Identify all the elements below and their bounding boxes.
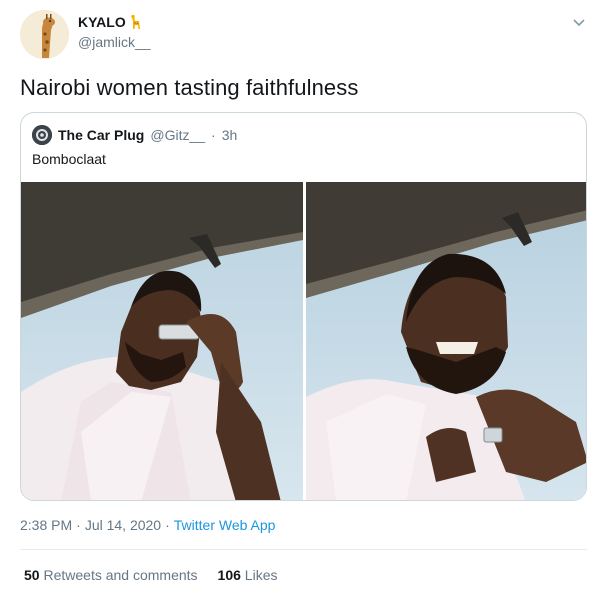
tweet-date[interactable]: Jul 14, 2020	[85, 517, 161, 533]
quoted-tweet-text: Bomboclaat	[32, 151, 106, 167]
quoted-separator: ·	[211, 127, 216, 143]
quoted-author-name: The Car Plug	[58, 127, 145, 143]
author-name-line[interactable]: KYALO	[78, 14, 143, 30]
tweet-time[interactable]: 2:38 PM	[20, 517, 72, 533]
meta-separator: ·	[165, 517, 170, 533]
chevron-down-icon[interactable]	[571, 14, 587, 30]
author-avatar[interactable]	[20, 10, 69, 59]
likes-count: 106	[217, 567, 241, 583]
tweet-meta: 2:38 PM · Jul 14, 2020 · Twitter Web App	[20, 517, 275, 533]
giraffe-icon	[129, 14, 143, 30]
photo-right[interactable]	[306, 182, 586, 500]
quoted-media	[21, 182, 586, 500]
tweet-source-link[interactable]: Twitter Web App	[174, 517, 276, 533]
quoted-timestamp: 3h	[221, 127, 238, 143]
likes-label: Likes	[244, 567, 278, 583]
retweets-count: 50	[24, 567, 40, 583]
quoted-tweet-header: The Car Plug @Gitz__ · 3h	[32, 125, 237, 145]
author-name[interactable]: KYALO	[78, 14, 126, 30]
meta-separator: ·	[76, 517, 81, 533]
tweet-card: KYALO @jamlick__ Nairobi women tasting f…	[0, 0, 607, 596]
photo-left[interactable]	[21, 182, 303, 500]
divider	[20, 549, 587, 550]
tweet-text: Nairobi women tasting faithfulness	[20, 75, 359, 100]
quoted-tweet[interactable]: The Car Plug @Gitz__ · 3h Bomboclaat	[20, 112, 587, 501]
retweets-label: Retweets and comments	[43, 567, 198, 583]
quoted-author-handle: @Gitz__	[150, 127, 206, 143]
likes-stat[interactable]: 106 Likes	[218, 567, 278, 583]
retweets-stat[interactable]: 50 Retweets and comments	[24, 567, 198, 583]
gear-logo-icon	[32, 125, 52, 145]
quoted-author-avatar	[32, 125, 52, 145]
author-handle[interactable]: @jamlick__	[78, 34, 151, 50]
tweet-stats: 50 Retweets and comments 106 Likes	[24, 567, 277, 583]
